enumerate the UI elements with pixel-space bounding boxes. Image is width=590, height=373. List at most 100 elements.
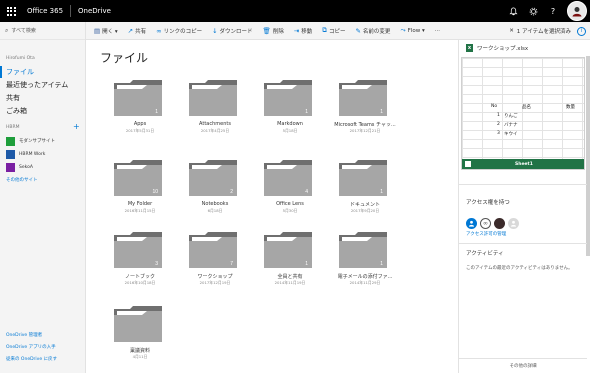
folder-name: ワークショップ (197, 274, 233, 280)
file-preview[interactable]: No 品名 数量 1 りんご 2 バナナ 3 キウイ Sheet1 (461, 57, 585, 170)
gear-icon[interactable] (523, 0, 543, 22)
onedrive-admin-link[interactable]: OneDrive 管理者 (6, 332, 42, 338)
suite-divider (70, 5, 72, 17)
folder-date: 2017年12月19日 (199, 280, 231, 285)
folder-icon (114, 306, 162, 342)
details-scrollbar[interactable] (586, 56, 590, 256)
add-icon[interactable]: + (73, 122, 80, 131)
folder-icon: 3 (114, 232, 162, 268)
divider (459, 358, 587, 359)
folder-tile[interactable]: 7 ワークショップ 2017年12月19日 (179, 232, 243, 294)
suite-brand[interactable]: Office 365 (27, 7, 63, 15)
folder-date: 2017年4月25日 (200, 128, 230, 133)
link-icon[interactable]: ∞ (480, 218, 491, 229)
folder-name: ノートブック (124, 274, 155, 280)
folder-name: ドキュメント (349, 202, 380, 208)
site-color-icon (6, 149, 15, 159)
folder-date: 5月30日 (282, 208, 298, 213)
nav-item-recent[interactable]: 最近使ったアイテム (0, 79, 86, 91)
folder-tile[interactable]: 1 全員と共有 2014年11月19日 (254, 232, 318, 294)
avatar[interactable] (567, 1, 587, 21)
open-button[interactable]: ▤ 開く ▾ (94, 22, 118, 40)
folder-tile[interactable]: 4 Office Lens 5月30日 (254, 160, 318, 222)
download-button[interactable]: ↓ ダウンロード (212, 22, 252, 40)
site-item[interactable]: モダンサブサイト (6, 136, 55, 146)
move-button[interactable]: ⇥ 移動 (294, 22, 312, 40)
move-icon: ⇥ (293, 26, 300, 35)
manage-access-link[interactable]: アクセス許可の管理 (466, 231, 506, 237)
folder-tile[interactable]: 1 Microsoft Teams チャッ... 2017年12月21日 (329, 80, 396, 142)
site-color-icon (6, 136, 15, 146)
more-button[interactable]: ··· (435, 22, 440, 40)
folder-tile[interactable]: 1 電子メールの添付ファ... 2014年11月29日 (329, 232, 393, 294)
sheet-cell: 3 (497, 131, 500, 136)
folder-date: 2016年11月15日 (124, 208, 156, 213)
folder-tile[interactable]: 1 ドキュメント 2017年9月20日 (329, 160, 393, 222)
folder-icon (189, 80, 237, 116)
folder-item-count: 10 (152, 189, 158, 195)
page-title: ファイル (100, 51, 149, 65)
folder-icon: 1 (339, 80, 387, 116)
app-name[interactable]: OneDrive (78, 7, 111, 15)
more-sites-link[interactable]: その他のサイト (6, 177, 38, 183)
info-icon[interactable]: i (577, 26, 586, 36)
suite-bar: Office 365 OneDrive ? (0, 0, 590, 22)
sheet-cell: キウイ (504, 132, 518, 137)
excel-icon (465, 161, 471, 167)
help-icon[interactable]: ? (543, 0, 563, 22)
sheet-header-cell: 品名 (522, 105, 531, 110)
folder-item-count: 2 (230, 189, 233, 195)
share-button[interactable]: ↗ 共有 (128, 22, 146, 40)
person-icon[interactable] (508, 218, 519, 229)
nav-item-files[interactable]: ファイル (0, 66, 86, 78)
folder-date: 2014年11月29日 (349, 280, 381, 285)
copy-button[interactable]: ⧉ コピー (322, 22, 345, 40)
site-label: SekoA (19, 164, 33, 170)
folder-date: 6月18日 (207, 208, 223, 213)
sheet-header-cell: 数量 (566, 105, 575, 110)
sheet-cell: バナナ (504, 123, 518, 128)
folder-tile[interactable]: 1 Markdown 5月18日 (254, 80, 318, 142)
nav-item-shared[interactable]: 共有 (0, 92, 86, 104)
bell-icon[interactable] (503, 0, 523, 22)
folder-date: 5月18日 (282, 128, 298, 133)
flow-button[interactable]: ⤳ Flow ▾ (400, 22, 424, 40)
avatar[interactable] (494, 218, 505, 229)
folder-tile[interactable]: 2 Notebooks 6月18日 (179, 160, 243, 222)
copy-link-button[interactable]: ∞ リンクのコピー (156, 22, 202, 40)
classic-onedrive-link[interactable]: 従来の OneDrive に戻す (6, 356, 57, 362)
folder-tile[interactable]: Attachments 2017年4月25日 (179, 80, 243, 142)
delete-button[interactable]: 🗑 削除 (263, 22, 284, 40)
person-icon[interactable] (466, 218, 477, 229)
folder-tile[interactable]: 10 My Folder 2016年11月15日 (104, 160, 168, 222)
nav-item-recycle-bin[interactable]: ごみ箱 (0, 105, 86, 117)
site-color-icon (6, 162, 15, 172)
sheet-cell: 2 (497, 122, 500, 127)
get-app-link[interactable]: OneDrive アプリの入手 (6, 344, 56, 350)
folder-date: 4月11日 (132, 354, 148, 359)
word-icon: ▤ (94, 26, 101, 35)
sheet-tab[interactable]: Sheet1 (515, 162, 533, 167)
sheet-cell: りんご (504, 114, 518, 119)
close-selection-icon[interactable]: ✕ (509, 28, 514, 34)
folder-name: Office Lens (276, 201, 304, 207)
more-icon: ··· (434, 27, 440, 34)
folder-tile[interactable]: 稟議資料 4月11日 (104, 306, 168, 368)
search-placeholder: すべて検索 (11, 28, 36, 34)
folder-tile[interactable]: 1 Apps 2017年5月31日 (104, 80, 168, 142)
site-item[interactable]: HBRM Work (6, 149, 45, 159)
left-nav: ⌕ すべて検索 Hirofumi Ota ファイル 最近使ったアイテム 共有 ご… (0, 22, 86, 373)
folder-name: Notebooks (201, 201, 229, 207)
rename-button[interactable]: ✎ 名前の変更 (355, 22, 390, 40)
more-details-link[interactable]: その他の詳細 (459, 363, 587, 369)
folder-name: My Folder (127, 201, 153, 207)
site-item[interactable]: SekoA (6, 162, 33, 172)
folder-tile[interactable]: 3 ノートブック 2016年10月18日 (104, 232, 168, 294)
folder-item-count: 7 (230, 261, 233, 267)
folder-name: Apps (133, 121, 147, 127)
access-avatars: ∞ (466, 218, 522, 229)
folder-item-count: 1 (155, 109, 158, 115)
folder-item-count: 1 (305, 261, 308, 267)
search-input[interactable]: ⌕ すべて検索 (0, 22, 85, 40)
app-launcher-icon[interactable] (0, 0, 22, 22)
